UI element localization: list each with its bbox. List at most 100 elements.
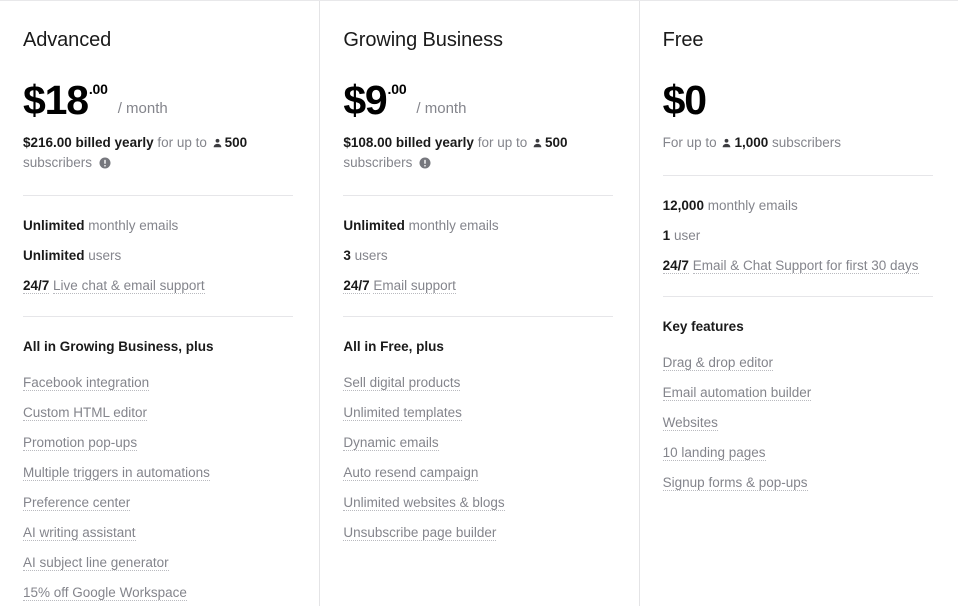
plan-name: Advanced	[23, 29, 112, 51]
extra-feature-item[interactable]: Unlimited websites & blogs	[343, 493, 609, 513]
extra-feature-section: Key features Drag & drop editor Email auto…	[662, 317, 932, 493]
extra-feature-label: Sell digital products	[343, 375, 461, 391]
core-feature-item[interactable]: 24/7 Email support	[343, 276, 609, 296]
billing-amount: $216.00 billed yearly	[23, 135, 154, 150]
core-feature-item: 1 user	[663, 226, 929, 246]
section-divider	[23, 316, 293, 317]
extra-feature-section: All in Free, plus Sell digital products Un…	[343, 337, 612, 543]
core-feature-list: Unlimited monthly emails 3 users 24/7 Emai…	[343, 216, 612, 296]
price-cents: .00	[387, 81, 407, 97]
extra-feature-label: Promotion pop-ups	[23, 435, 138, 451]
subscriber-label: subscribers	[343, 155, 413, 170]
feature-highlight: 24/7	[662, 258, 689, 274]
plan-name: Free	[662, 29, 704, 51]
feature-highlight: Unlimited	[23, 248, 85, 263]
extra-feature-label: Multiple triggers in automations	[23, 465, 210, 481]
info-icon[interactable]	[99, 155, 111, 169]
feature-group-title: All in Free, plus	[343, 339, 444, 354]
subscriber-count: 500	[544, 135, 568, 150]
billing-summary: $216.00 billed yearly for up to 500 subs…	[23, 133, 285, 173]
feature-highlight: Unlimited	[343, 218, 405, 233]
extra-feature-label: Auto resend campaign	[343, 465, 479, 481]
extra-feature-list: Facebook integration Custom HTML editor Pr…	[23, 373, 293, 603]
extra-feature-label: Unlimited templates	[343, 405, 462, 421]
extra-feature-item[interactable]: AI subject line generator	[23, 553, 289, 573]
subscriber-count: 1,000	[734, 135, 769, 150]
extra-feature-item[interactable]: Facebook integration	[23, 373, 289, 393]
feature-highlight: 12,000	[662, 198, 704, 213]
plan-name: Growing Business	[343, 29, 503, 51]
feature-description: Live chat & email support	[53, 278, 205, 294]
section-divider	[662, 175, 933, 176]
plan-column: Free $0 For up to 1,000 subscribers 12,000 …	[638, 1, 958, 606]
feature-description: monthly emails	[88, 218, 179, 233]
feature-highlight: Unlimited	[23, 218, 85, 233]
price-amount: $9	[343, 77, 387, 123]
feature-description: monthly emails	[408, 218, 499, 233]
feature-highlight: 3	[343, 248, 351, 263]
extra-feature-item[interactable]: Signup forms & pop-ups	[662, 473, 929, 493]
extra-feature-item[interactable]: Unlimited templates	[343, 403, 609, 423]
extra-feature-item[interactable]: Drag & drop editor	[662, 353, 929, 373]
extra-feature-label: Custom HTML editor	[23, 405, 148, 421]
core-feature-list: Unlimited monthly emails Unlimited users 2…	[23, 216, 293, 296]
extra-feature-item[interactable]: 10 landing pages	[662, 443, 929, 463]
price-amount: $18	[23, 77, 89, 123]
feature-description: monthly emails	[707, 198, 798, 213]
price-period: / month	[117, 100, 168, 117]
extra-feature-label: Facebook integration	[23, 375, 150, 391]
feature-group-title: Key features	[662, 319, 744, 334]
info-icon[interactable]	[419, 155, 431, 169]
feature-description: users	[88, 248, 122, 263]
person-icon	[212, 135, 223, 148]
extra-feature-label: Signup forms & pop-ups	[662, 475, 808, 491]
billing-qualifier: For up to	[662, 135, 717, 150]
extra-feature-list: Drag & drop editor Email automation build…	[662, 353, 932, 493]
feature-description: user	[673, 228, 701, 243]
core-feature-item: Unlimited monthly emails	[343, 216, 609, 236]
subscriber-count: 500	[224, 135, 248, 150]
feature-highlight: 24/7	[23, 278, 50, 294]
extra-feature-label: Unsubscribe page builder	[343, 525, 497, 541]
billing-qualifier: for up to	[477, 135, 528, 150]
extra-feature-item[interactable]: Custom HTML editor	[23, 403, 289, 423]
section-divider	[662, 296, 933, 297]
feature-highlight: 1	[662, 228, 671, 243]
billing-summary: $108.00 billed yearly for up to 500 subs…	[343, 133, 605, 173]
extra-feature-item[interactable]: Websites	[662, 413, 929, 433]
plan-price: $18.00 / month	[23, 79, 293, 123]
feature-description: Email & Chat Support for first 30 days	[692, 258, 919, 274]
extra-feature-item[interactable]: Sell digital products	[343, 373, 609, 393]
extra-feature-item[interactable]: 15% off Google Workspace	[23, 583, 289, 603]
extra-feature-label: Email automation builder	[662, 385, 812, 401]
extra-feature-label: Websites	[662, 415, 718, 431]
core-feature-item: Unlimited monthly emails	[23, 216, 289, 236]
extra-feature-item[interactable]: Dynamic emails	[343, 433, 609, 453]
subscriber-label: subscribers	[772, 135, 842, 150]
plan-column: Growing Business $9.00 / month $108.00 bill…	[319, 1, 638, 606]
extra-feature-item[interactable]: AI writing assistant	[23, 523, 289, 543]
extra-feature-item[interactable]: Promotion pop-ups	[23, 433, 289, 453]
plan-price: $9.00 / month	[343, 79, 612, 123]
feature-highlight: 24/7	[343, 278, 370, 294]
core-feature-item[interactable]: 24/7 Live chat & email support	[23, 276, 289, 296]
extra-feature-item[interactable]: Unsubscribe page builder	[343, 523, 609, 543]
extra-feature-item[interactable]: Auto resend campaign	[343, 463, 609, 483]
extra-feature-label: Dynamic emails	[343, 435, 439, 451]
feature-description: users	[354, 248, 388, 263]
plan-column: Advanced $18.00 / month $216.00 billed year…	[0, 1, 319, 606]
core-feature-item[interactable]: 24/7 Email & Chat Support for first 30 d…	[662, 256, 929, 276]
feature-description: Email support	[373, 278, 456, 294]
extra-feature-item[interactable]: Multiple triggers in automations	[23, 463, 289, 483]
extra-feature-label: 10 landing pages	[662, 445, 766, 461]
billing-summary: For up to 1,000 subscribers	[663, 133, 925, 153]
core-feature-item: 12,000 monthly emails	[663, 196, 929, 216]
section-divider	[23, 195, 293, 196]
extra-feature-item[interactable]: Email automation builder	[662, 383, 929, 403]
extra-feature-label: Drag & drop editor	[662, 355, 773, 371]
billing-amount: $108.00 billed yearly	[343, 135, 474, 150]
core-feature-list: 12,000 monthly emails 1 user 24/7 Email & …	[662, 196, 932, 276]
plan-price: $0	[663, 79, 932, 123]
extra-feature-label: Unlimited websites & blogs	[343, 495, 505, 511]
extra-feature-item[interactable]: Preference center	[23, 493, 289, 513]
